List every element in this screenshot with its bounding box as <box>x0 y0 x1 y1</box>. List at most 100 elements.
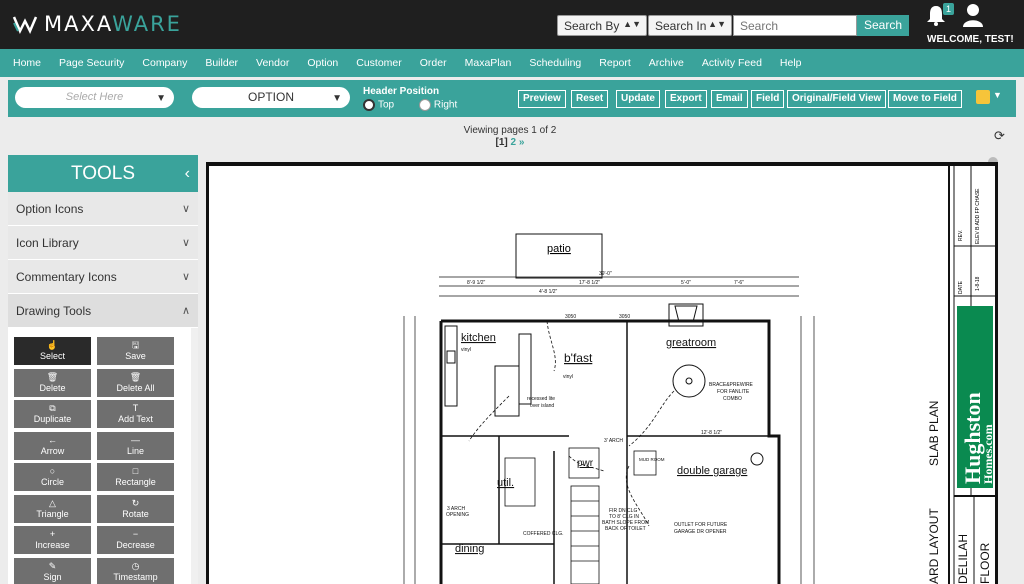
arrow-tool-button[interactable]: ← Arrow <box>14 432 91 460</box>
triangle-tool-button[interactable]: △ Triangle <box>14 495 91 523</box>
collapse-chevron-icon[interactable]: ‹ <box>185 155 190 192</box>
svg-text:COFFERED CLG.: COFFERED CLG. <box>523 531 564 537</box>
nav-report[interactable]: Report <box>590 57 640 69</box>
svg-text:3050: 3050 <box>565 314 576 320</box>
tools-sidebar: TOOLS ‹ Option Icons ∨ Icon Library ∨ Comm… <box>8 155 198 584</box>
floor-plan-canvas[interactable]: REV. ELEV B ADD FP CHASE DATE 1-8-18 Hug… <box>206 162 998 584</box>
nav-archive[interactable]: Archive <box>640 57 693 69</box>
delete-tool-button[interactable]: 🗑 Delete <box>14 369 91 397</box>
search-input[interactable] <box>733 15 857 36</box>
room-greatroom: greatroom <box>666 337 716 349</box>
preview-button[interactable]: Preview <box>518 90 566 108</box>
email-button[interactable]: Email <box>711 90 748 108</box>
update-button[interactable]: Update <box>616 90 660 108</box>
rotate-tool-button[interactable]: ↻ Rotate <box>97 495 174 523</box>
clock-icon: ◷ <box>131 561 140 571</box>
export-button[interactable]: Export <box>665 90 707 108</box>
decrease-tool-button[interactable]: − Decrease <box>97 526 174 554</box>
tools-header: TOOLS ‹ <box>8 155 198 192</box>
timestamp-tool-button[interactable]: ◷ Timestamp <box>97 558 174 584</box>
add-text-tool-button[interactable]: T Add Text <box>97 400 174 428</box>
nav-order[interactable]: Order <box>411 57 456 69</box>
svg-text:17'-8 1/2": 17'-8 1/2" <box>579 280 600 286</box>
svg-text:39'-0": 39'-0" <box>599 271 612 277</box>
page-link-2[interactable]: 2 <box>511 137 517 148</box>
line-tool-button[interactable]: — Line <box>97 432 174 460</box>
nav-builder[interactable]: Builder <box>196 57 247 69</box>
nav-help[interactable]: Help <box>771 57 811 69</box>
search-by-select[interactable]: Search By ▲▼ <box>557 15 647 36</box>
chevron-down-icon: ∨ <box>181 271 190 283</box>
svg-text:FOR FANLITE: FOR FANLITE <box>717 389 750 395</box>
nav-activity-feed[interactable]: Activity Feed <box>693 57 771 69</box>
svg-text:5'-0": 5'-0" <box>681 280 691 286</box>
nav-scheduling[interactable]: Scheduling <box>520 57 590 69</box>
search-button[interactable]: Search <box>857 15 909 36</box>
rectangle-icon: □ <box>132 466 139 476</box>
board-layout-label: ARD LAYOUT <box>927 508 941 584</box>
header-position-label: Header Position <box>363 86 440 97</box>
accordion-commentary-icons[interactable]: Commentary Icons ∨ <box>8 260 198 294</box>
pagination: [1] 2 » <box>440 137 580 148</box>
rectangle-tool-button[interactable]: □ Rectangle <box>97 463 174 491</box>
accordion-icon-library[interactable]: Icon Library ∨ <box>8 226 198 260</box>
drawing-tools-panel: ☝ Select 🖫 Save 🗑 Delete 🗑 Delete All ⧉ Dupli… <box>8 328 198 584</box>
select-tool-button[interactable]: ☝ Select <box>14 337 91 365</box>
original-field-view-button[interactable]: Original/Field View <box>787 90 887 108</box>
svg-text:8'-9 1/2": 8'-9 1/2" <box>467 280 486 286</box>
chevron-down-icon: ∨ <box>181 203 190 215</box>
nav-page-security[interactable]: Page Security <box>50 57 133 69</box>
plus-icon: + <box>49 529 56 539</box>
room-kitchen: kitchen <box>461 332 496 344</box>
select-here-dropdown[interactable]: Select Here ▼ <box>15 87 174 108</box>
nav-customer[interactable]: Customer <box>347 57 411 69</box>
svg-text:3050: 3050 <box>619 314 630 320</box>
slab-plan-label: SLAB PLAN <box>927 401 941 466</box>
field-button[interactable]: Field <box>751 90 785 108</box>
nav-option[interactable]: Option <box>298 57 347 69</box>
header-position-group: Header Position Top Right <box>363 86 457 111</box>
notification-badge: 1 <box>943 3 955 15</box>
user-icon[interactable] <box>962 3 984 27</box>
nav-maxaplan[interactable]: MaxaPlan <box>456 57 521 69</box>
patio: patio <box>515 233 603 279</box>
option-dropdown[interactable]: OPTION ▼ <box>192 87 350 108</box>
nav-home[interactable]: Home <box>4 57 50 69</box>
accordion-option-icons[interactable]: Option Icons ∨ <box>8 192 198 226</box>
circle-tool-button[interactable]: ○ Circle <box>14 463 91 491</box>
svg-text:3' ARCH: 3' ARCH <box>604 438 623 444</box>
viewing-pages-text: Viewing pages 1 of 2 <box>463 125 557 136</box>
plan-name-label: DELILAH <box>956 534 970 584</box>
reset-button[interactable]: Reset <box>571 90 609 108</box>
duplicate-icon: ⧉ <box>49 403 56 413</box>
nav-company[interactable]: Company <box>133 57 196 69</box>
sidebar-scrollbar[interactable] <box>191 328 198 584</box>
duplicate-tool-button[interactable]: ⧉ Duplicate <box>14 400 91 428</box>
room-pwr: pwr <box>577 458 594 469</box>
sign-tool-button[interactable]: ✎ Sign <box>14 558 91 584</box>
page-next-arrow[interactable]: » <box>519 137 525 148</box>
save-tool-button[interactable]: 🖫 Save <box>97 337 174 365</box>
svg-text:OUTLET FOR FUTURE: OUTLET FOR FUTURE <box>674 522 728 528</box>
move-to-field-button[interactable]: Move to Field <box>888 90 962 108</box>
svg-text:over island: over island <box>530 403 554 409</box>
chevron-down-icon[interactable]: ▼ <box>993 90 1002 100</box>
search-in-select[interactable]: Search In ▲▼ <box>648 15 732 36</box>
accordion-drawing-tools[interactable]: Drawing Tools ∧ <box>8 294 198 328</box>
radio-right[interactable] <box>418 99 431 111</box>
increase-tool-button[interactable]: + Increase <box>14 526 91 554</box>
room-util: util. <box>497 477 514 489</box>
svg-text:patio: patio <box>547 243 571 255</box>
elev-note: ELEV B ADD FP CHASE <box>975 188 981 244</box>
nav-vendor[interactable]: Vendor <box>247 57 298 69</box>
refresh-icon[interactable]: ⟳ <box>994 128 1005 144</box>
radio-top[interactable] <box>363 99 375 111</box>
logo-mark-icon <box>12 16 38 34</box>
arrow-icon: ← <box>48 435 57 445</box>
download-icon[interactable] <box>976 90 990 104</box>
svg-text:OPENING: OPENING <box>446 512 469 518</box>
delete-all-tool-button[interactable]: 🗑 Delete All <box>97 369 174 397</box>
plan-toolbar: Select Here ▼ OPTION ▼ Header Position Top… <box>8 80 1016 117</box>
room-bfast: b'fast <box>564 351 593 365</box>
logo[interactable]: MAXAWARE <box>12 11 182 37</box>
